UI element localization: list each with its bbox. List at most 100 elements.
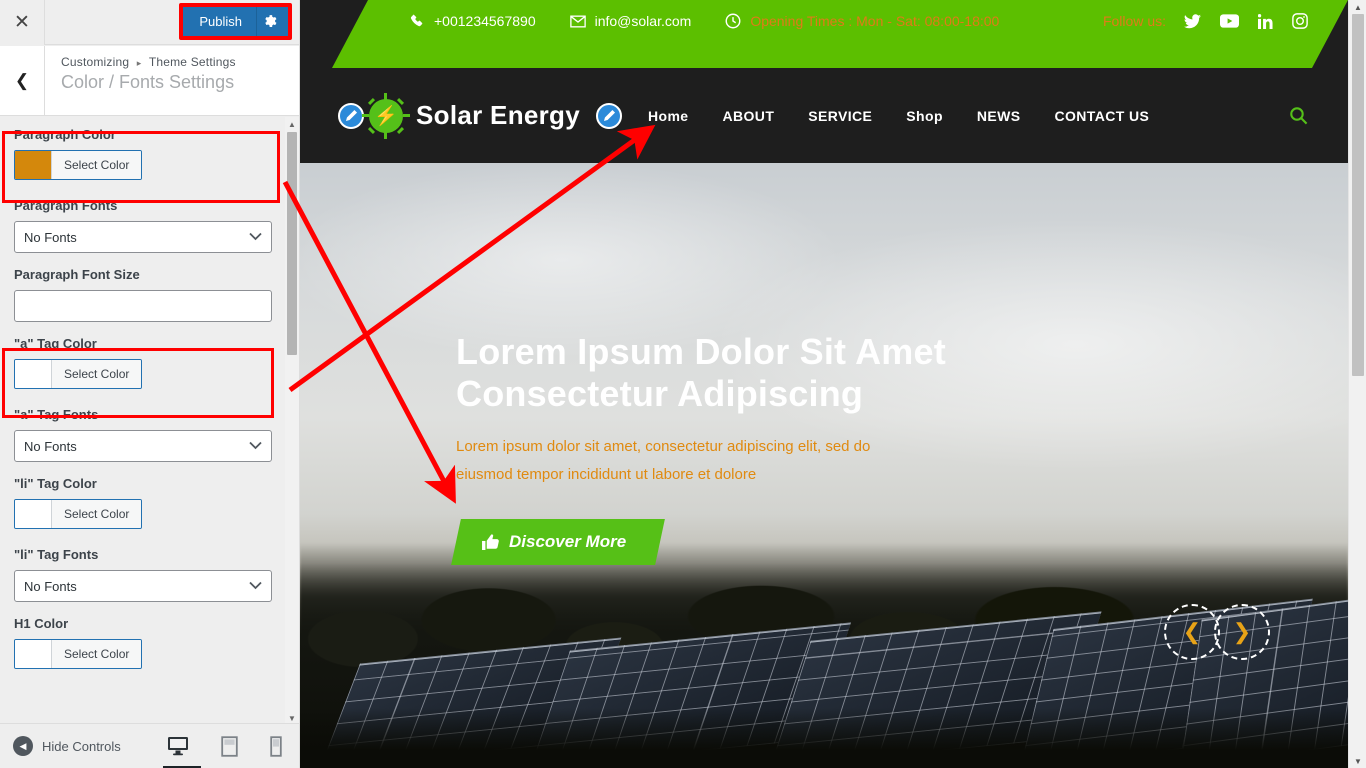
li-tag-fonts-select[interactable]: No Fonts (14, 570, 272, 602)
control-paragraph-font-size: Paragraph Font Size (0, 267, 286, 322)
social-links (1184, 13, 1308, 29)
control-a-tag-color: "a" Tag Color Select Color (0, 336, 286, 393)
customizer-sidebar: ✕ Publish ❮ Customizing ▸ Theme Settings (0, 0, 300, 768)
customizer-footer: ◀ Hide Controls (0, 723, 299, 768)
twitter-icon[interactable] (1184, 13, 1201, 29)
instagram-icon[interactable] (1292, 13, 1308, 29)
topbar-phone[interactable]: +001234567890 (410, 13, 536, 29)
select-color-button[interactable]: Select Color (51, 500, 142, 528)
control-paragraph-fonts: Paragraph Fonts No Fonts (0, 198, 286, 253)
select-color-button[interactable]: Select Color (51, 640, 142, 668)
control-label: Paragraph Color (14, 127, 116, 142)
scroll-up-arrow-icon[interactable]: ▲ (1349, 0, 1366, 14)
bolt-glyph: ⚡ (369, 98, 403, 133)
hero-carousel-controls: ❮ ❯ (1164, 604, 1270, 660)
select-wrapper: No Fonts (14, 430, 272, 462)
breadcrumb-separator-icon: ▸ (136, 58, 142, 68)
breadcrumb-section[interactable]: Theme Settings (149, 55, 236, 69)
preview-scrollbar[interactable]: ▲ ▼ (1348, 0, 1366, 768)
select-color-button[interactable]: Select Color (51, 360, 142, 388)
color-picker-li-tag-color[interactable]: Select Color (14, 499, 143, 529)
desktop-icon[interactable] (162, 736, 201, 768)
scroll-up-arrow-icon[interactable]: ▲ (285, 117, 299, 131)
select-color-button[interactable]: Select Color (51, 151, 142, 179)
a-tag-fonts-select[interactable]: No Fonts (14, 430, 272, 462)
discover-more-button[interactable]: Discover More (451, 519, 666, 565)
menu-item-about[interactable]: ABOUT (723, 108, 775, 124)
color-swatch[interactable] (15, 151, 51, 179)
color-picker-a-tag-color[interactable]: Select Color (14, 359, 143, 389)
chevron-right-icon[interactable]: ❯ (1214, 604, 1270, 660)
close-icon[interactable]: ✕ (0, 0, 45, 45)
menu-item-contact-us[interactable]: CONTACT US (1055, 108, 1150, 124)
menu-item-home[interactable]: Home (648, 108, 689, 124)
select-wrapper: No Fonts (14, 221, 272, 253)
follow-us-label: Follow us: (1102, 13, 1166, 29)
site-navbar: ⚡ Solar Energy Home ABOUT SERVICE Shop N… (300, 68, 1348, 163)
sidebar-scrollbar[interactable]: ▲ ▼ (285, 117, 299, 725)
tablet-icon[interactable] (221, 735, 238, 757)
publish-button[interactable]: Publish (183, 7, 256, 36)
topbar-email[interactable]: info@solar.com (569, 13, 692, 29)
hero-content: Lorem Ipsum Dolor Sit Amet Consectetur A… (451, 331, 1016, 565)
topbar-phone-text: +001234567890 (434, 13, 536, 29)
brand-name: Solar Energy (416, 100, 580, 130)
control-label: Paragraph Fonts (14, 198, 118, 213)
screen: ✕ Publish ❮ Customizing ▸ Theme Settings (0, 0, 1366, 768)
clock-icon (725, 13, 741, 29)
gear-icon[interactable] (256, 7, 288, 36)
paragraph-font-size-input[interactable] (14, 290, 272, 322)
scroll-down-arrow-icon[interactable]: ▼ (1349, 754, 1366, 768)
control-a-tag-fonts: "a" Tag Fonts No Fonts (0, 407, 286, 462)
control-li-tag-color: "li" Tag Color Select Color (0, 476, 286, 533)
control-label: "a" Tag Fonts (14, 407, 99, 422)
menu-item-service[interactable]: SERVICE (808, 108, 872, 124)
color-swatch[interactable] (15, 640, 51, 668)
hero-foreground (300, 708, 1348, 768)
menu-item-news[interactable]: NEWS (977, 108, 1021, 124)
linkedin-icon[interactable] (1258, 13, 1273, 29)
color-picker-paragraph-color[interactable]: Select Color (14, 150, 143, 180)
control-label: "li" Tag Fonts (14, 547, 99, 562)
youtube-icon[interactable] (1220, 14, 1239, 28)
hero-heading: Lorem Ipsum Dolor Sit Amet Consectetur A… (456, 331, 946, 414)
menu-item-shop[interactable]: Shop (906, 108, 943, 124)
mobile-icon[interactable] (270, 736, 282, 757)
discover-more-label: Discover More (509, 532, 627, 551)
breadcrumb-root[interactable]: Customizing (61, 55, 129, 69)
site-preview: +001234567890 info@solar.com Opening Tim… (300, 0, 1366, 768)
breadcrumb: Customizing ▸ Theme Settings (61, 55, 236, 69)
topbar-content: +001234567890 info@solar.com Opening Tim… (300, 0, 1348, 68)
scrollbar-thumb[interactable] (287, 132, 297, 355)
page-title: Color / Fonts Settings (61, 72, 235, 92)
edit-pencil-icon[interactable] (596, 102, 622, 129)
collapse-arrow-icon: ◀ (13, 736, 33, 756)
site-topbar: +001234567890 info@solar.com Opening Tim… (300, 0, 1348, 68)
control-paragraph-color: Paragraph Color Select Color (0, 127, 286, 184)
chevron-left-icon[interactable]: ❮ (1164, 604, 1220, 660)
control-h1-color: H1 Color Select Color (0, 616, 286, 673)
control-li-tag-fonts: "li" Tag Fonts No Fonts (0, 547, 286, 602)
hero-slider: Lorem Ipsum Dolor Sit Amet Consectetur A… (300, 163, 1348, 768)
panel-titles: Customizing ▸ Theme Settings Color / Fon… (45, 46, 236, 115)
scrollbar-thumb[interactable] (1352, 14, 1364, 376)
topbar-hours-text: Opening Times : Mon - Sat: 08:00-18:00 (750, 13, 1000, 29)
customizer-panel-header: ❮ Customizing ▸ Theme Settings Color / F… (0, 46, 299, 116)
site-logo[interactable]: ⚡ Solar Energy (362, 92, 580, 139)
chevron-left-icon[interactable]: ❮ (0, 46, 45, 115)
paragraph-fonts-select[interactable]: No Fonts (14, 221, 272, 253)
thumbs-up-icon (482, 534, 499, 550)
customizer-header: ✕ Publish (0, 0, 299, 45)
search-icon[interactable] (1289, 106, 1308, 125)
color-swatch[interactable] (15, 360, 51, 388)
phone-icon (410, 14, 425, 29)
publish-highlight-box: Publish (179, 3, 292, 40)
customizer-controls: Paragraph Color Select Color Paragraph F… (0, 117, 286, 725)
color-picker-h1-color[interactable]: Select Color (14, 639, 143, 669)
edit-pencil-icon[interactable] (338, 102, 364, 129)
color-swatch[interactable] (15, 500, 51, 528)
hide-controls-button[interactable]: ◀ Hide Controls (0, 736, 121, 756)
solar-bolt-icon: ⚡ (362, 92, 410, 139)
topbar-email-text: info@solar.com (594, 13, 692, 29)
mail-icon (569, 15, 586, 28)
